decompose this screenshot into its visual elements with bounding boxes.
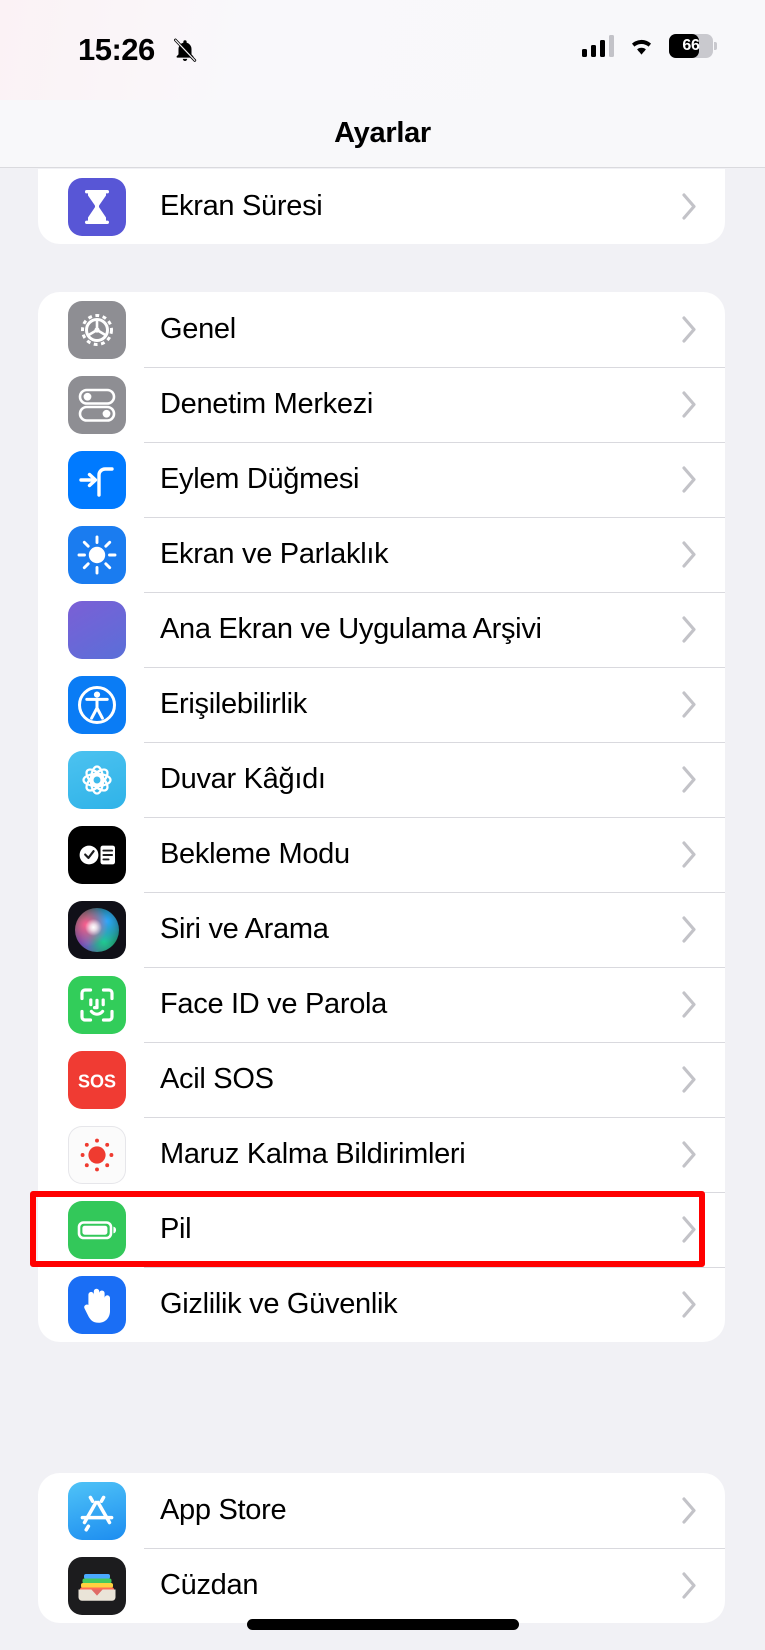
settings-row-label: Siri ve Arama bbox=[160, 913, 329, 945]
settings-row[interactable]: Bekleme Modu bbox=[38, 817, 725, 892]
chevron-right-icon bbox=[682, 616, 696, 643]
battery-percent-label: 66 bbox=[682, 37, 700, 54]
brightness-sun-icon bbox=[68, 525, 126, 584]
chevron-right-icon bbox=[682, 1066, 696, 1093]
status-bar-time: 15:26 bbox=[78, 32, 155, 67]
hand-privacy-icon bbox=[68, 1275, 126, 1334]
battery-icon bbox=[68, 1200, 126, 1259]
settings-row[interactable]: Maruz Kalma Bildirimleri bbox=[38, 1117, 725, 1192]
chevron-right-icon bbox=[682, 316, 696, 343]
settings-row[interactable]: Ekran Süresi bbox=[38, 169, 725, 244]
svg-text:SOS: SOS bbox=[78, 1071, 116, 1091]
chevron-right-icon bbox=[682, 766, 696, 793]
settings-row-label: Gizlilik ve Güvenlik bbox=[160, 1288, 398, 1320]
chevron-right-icon bbox=[682, 691, 696, 718]
screen-time-group: Ekran Süresi bbox=[38, 169, 725, 244]
settings-row[interactable]: Cüzdan bbox=[38, 1548, 725, 1623]
settings-row-label: Ekran Süresi bbox=[160, 190, 323, 222]
settings-row-label: Ana Ekran ve Uygulama Arşivi bbox=[160, 613, 542, 645]
page-title: Ayarlar bbox=[334, 117, 431, 149]
battery-icon: 66 bbox=[669, 34, 717, 58]
face-id-icon bbox=[68, 975, 126, 1034]
flower-wallpaper-icon bbox=[68, 750, 126, 809]
settings-row-label: App Store bbox=[160, 1494, 287, 1526]
settings-row-label: Pil bbox=[160, 1213, 192, 1245]
settings-row-label: Duvar Kâğıdı bbox=[160, 763, 326, 795]
settings-row-label: Ekran ve Parlaklık bbox=[160, 538, 389, 570]
settings-row[interactable]: Eylem Düğmesi bbox=[38, 442, 725, 517]
chevron-right-icon bbox=[682, 391, 696, 418]
settings-row-label: Genel bbox=[160, 313, 236, 345]
settings-row[interactable]: SOS Acil SOS bbox=[38, 1042, 725, 1117]
gear-icon bbox=[68, 300, 126, 359]
exposure-notification-icon bbox=[68, 1125, 126, 1184]
chevron-right-icon bbox=[682, 841, 696, 868]
chevron-right-icon bbox=[682, 916, 696, 943]
action-button-icon bbox=[68, 450, 126, 509]
settings-row[interactable]: Gizlilik ve Güvenlik bbox=[38, 1267, 725, 1342]
wifi-icon bbox=[631, 39, 652, 55]
settings-row-label: Cüzdan bbox=[160, 1569, 259, 1601]
standby-clock-icon bbox=[68, 825, 126, 884]
chevron-right-icon bbox=[682, 466, 696, 493]
wallet-icon bbox=[68, 1556, 126, 1615]
settings-row[interactable]: Pil bbox=[38, 1192, 725, 1267]
siri-orb-icon bbox=[68, 900, 126, 959]
home-indicator bbox=[246, 1619, 519, 1630]
settings-row-label: Bekleme Modu bbox=[160, 838, 350, 870]
settings-row-label: Erişilebilirlik bbox=[160, 688, 307, 720]
status-bar: 15:26 66 bbox=[0, 0, 765, 100]
settings-row-label: Face ID ve Parola bbox=[160, 988, 387, 1020]
settings-row[interactable]: Face ID ve Parola bbox=[38, 967, 725, 1042]
settings-row[interactable]: Genel bbox=[38, 292, 725, 367]
settings-list[interactable]: Ekran Süresi Genel Denetim Merkezi Eylem Dü… bbox=[0, 169, 765, 1650]
app-store-icon bbox=[68, 1481, 126, 1540]
settings-row[interactable]: App Store bbox=[38, 1473, 725, 1548]
settings-row-label: Eylem Düğmesi bbox=[160, 463, 360, 495]
chevron-right-icon bbox=[682, 1216, 696, 1243]
chevron-right-icon bbox=[682, 991, 696, 1018]
chevron-right-icon bbox=[682, 193, 696, 220]
chevron-right-icon bbox=[682, 1141, 696, 1168]
status-bar-indicators: 66 bbox=[581, 34, 717, 58]
signal-bars-icon bbox=[581, 35, 614, 57]
settings-row[interactable]: Ana Ekran ve Uygulama Arşivi bbox=[38, 592, 725, 667]
sos-icon: SOS bbox=[68, 1050, 126, 1109]
toggles-icon bbox=[68, 375, 126, 434]
chevron-right-icon bbox=[682, 1572, 696, 1599]
iphone-settings-screen: 15:26 66 Ayarlar Ekran Süresi Genel Dene… bbox=[0, 0, 765, 1650]
accessibility-icon bbox=[68, 675, 126, 734]
settings-row-label: Maruz Kalma Bildirimleri bbox=[160, 1138, 466, 1170]
chevron-right-icon bbox=[682, 1497, 696, 1524]
system-group: Genel Denetim Merkezi Eylem Düğmesi Ekran v… bbox=[38, 292, 725, 1342]
settings-row[interactable]: Erişilebilirlik bbox=[38, 667, 725, 742]
settings-row[interactable]: Ekran ve Parlaklık bbox=[38, 517, 725, 592]
bell-slash-icon bbox=[174, 38, 197, 62]
chevron-right-icon bbox=[682, 1291, 696, 1318]
settings-row[interactable]: Denetim Merkezi bbox=[38, 367, 725, 442]
nav-bar: Ayarlar bbox=[0, 100, 765, 168]
settings-row-label: Acil SOS bbox=[160, 1063, 274, 1095]
chevron-right-icon bbox=[682, 541, 696, 568]
store-group: App Store Cüzdan bbox=[38, 1473, 725, 1623]
settings-row[interactable]: Siri ve Arama bbox=[38, 892, 725, 967]
settings-row[interactable]: Duvar Kâğıdı bbox=[38, 742, 725, 817]
hourglass-icon bbox=[68, 177, 126, 236]
app-grid-icon bbox=[68, 600, 126, 659]
settings-row-label: Denetim Merkezi bbox=[160, 388, 374, 420]
